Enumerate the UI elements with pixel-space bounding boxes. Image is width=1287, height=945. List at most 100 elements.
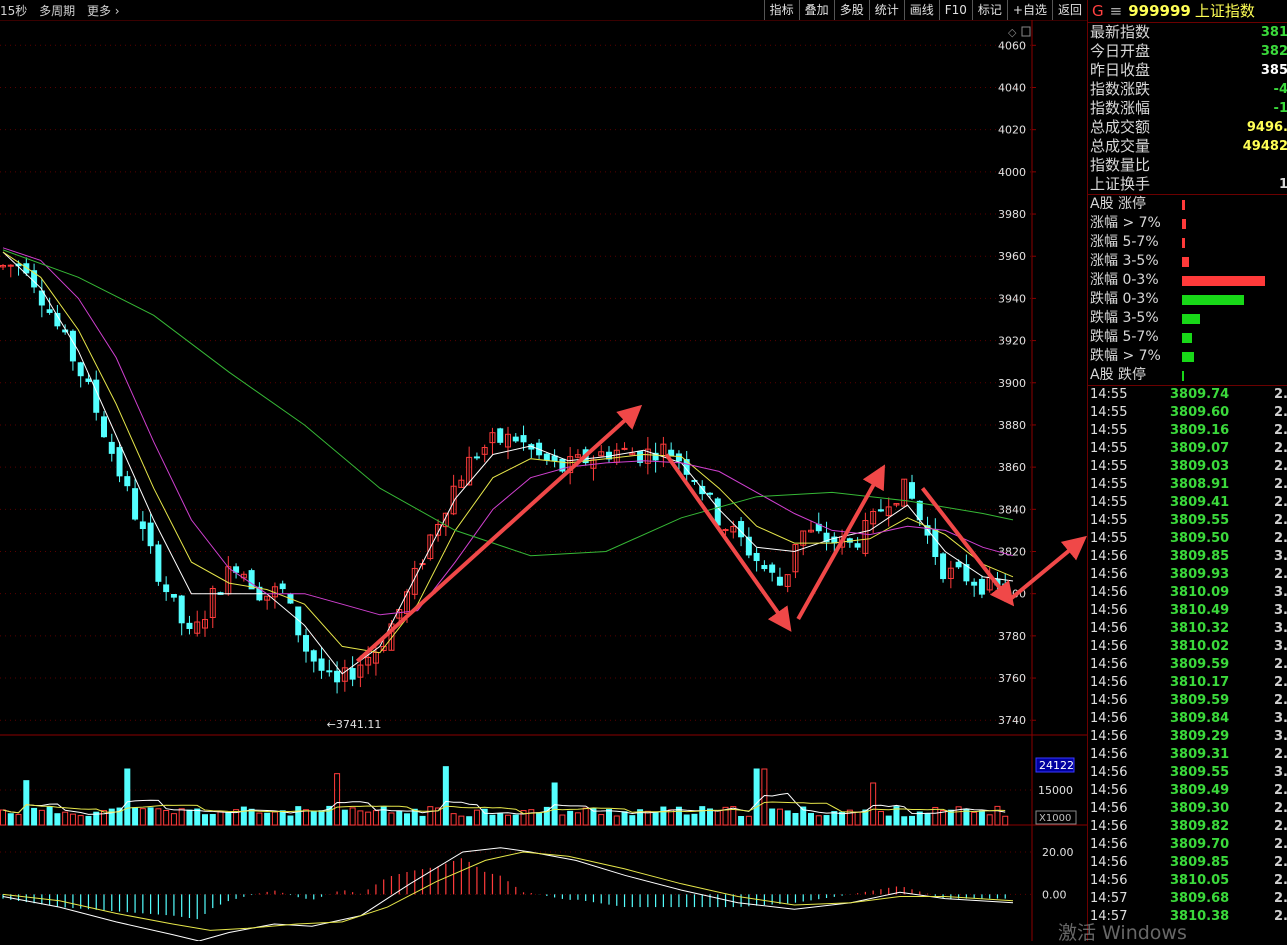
tick-volume: 2. bbox=[1274, 909, 1287, 924]
distribution-row: 涨幅 0-3% bbox=[1088, 271, 1287, 290]
volume-bar bbox=[574, 812, 581, 826]
volume-bar bbox=[909, 815, 915, 826]
volume-bar bbox=[815, 815, 822, 826]
candle-down bbox=[85, 378, 92, 382]
tick-price: 3809.55 bbox=[1170, 765, 1230, 780]
tick-list[interactable]: 14:55 3809.74 2. 14:55 3809.60 2. 14:55 3809.16… bbox=[1088, 386, 1287, 926]
volume-bar bbox=[978, 810, 985, 826]
stat-row: 总成交额 9496. bbox=[1088, 118, 1287, 137]
security-name: 上证指数 bbox=[1194, 2, 1255, 20]
volume-tick-label: 15000 bbox=[1038, 784, 1073, 797]
toolbar-button-4[interactable]: 画线 bbox=[903, 0, 939, 20]
volume-bar bbox=[279, 810, 286, 826]
kline-chart[interactable]: ◇4060 4040 4020 4000 3980 3960 3940 3920 3900 388… bbox=[0, 20, 1087, 941]
toolbar-button-5[interactable]: F10 bbox=[938, 0, 972, 20]
volume-bar bbox=[419, 815, 426, 826]
volume-bar bbox=[124, 768, 131, 826]
stat-row: 最新指数 381 bbox=[1088, 23, 1287, 42]
volume-bar bbox=[186, 809, 193, 826]
stat-value: 1 bbox=[1279, 175, 1287, 194]
stat-row: 指数涨跌 -4 bbox=[1088, 80, 1287, 99]
toolbar-button-2[interactable]: 多股 bbox=[833, 0, 869, 20]
menu-icon[interactable]: ≡ bbox=[1110, 2, 1123, 20]
period-selector: 15秒 多周期 更多 › bbox=[0, 2, 128, 19]
stat-value: 49482 bbox=[1242, 139, 1287, 154]
distribution-bar bbox=[1182, 333, 1192, 343]
toolbar-button-6[interactable]: 标记 bbox=[971, 0, 1007, 20]
volume-bar bbox=[147, 807, 154, 826]
volume-bar bbox=[0, 809, 6, 826]
tick-row: 14:56 3809.59 2. bbox=[1088, 656, 1287, 674]
candle-down bbox=[854, 543, 861, 548]
trend-arrow bbox=[664, 453, 792, 632]
price-tick-label: 3840 bbox=[998, 503, 1026, 516]
candle-down bbox=[147, 522, 154, 547]
candle-down bbox=[279, 583, 286, 590]
distribution-label: 跌幅 0-3% bbox=[1090, 291, 1159, 307]
volume-bar bbox=[404, 813, 410, 826]
tick-row: 14:55 3809.41 2. bbox=[1088, 494, 1287, 512]
stat-value: 382 bbox=[1260, 44, 1287, 59]
candle-down bbox=[675, 453, 682, 462]
toolbar-button-7[interactable]: +自选 bbox=[1006, 0, 1052, 20]
volume-bar bbox=[256, 812, 263, 826]
tick-price: 3810.49 bbox=[1170, 603, 1230, 618]
tick-row: 14:55 3809.07 2. bbox=[1088, 440, 1287, 458]
tick-row: 14:56 3810.49 3. bbox=[1088, 602, 1287, 620]
tick-volume: 2. bbox=[1274, 459, 1287, 474]
volume-bar bbox=[194, 808, 201, 826]
tick-time: 14:56 bbox=[1090, 873, 1128, 888]
distribution-bar bbox=[1182, 257, 1189, 267]
tick-time: 14:55 bbox=[1090, 495, 1128, 510]
tick-price: 3809.59 bbox=[1170, 657, 1230, 672]
tick-volume: 3. bbox=[1274, 585, 1287, 600]
tick-price: 3809.82 bbox=[1170, 819, 1230, 834]
volume-bar bbox=[823, 815, 830, 826]
toolbar-button-8[interactable]: 返回 bbox=[1051, 0, 1087, 20]
distribution-label: 跌幅 3-5% bbox=[1090, 310, 1159, 326]
period-15s[interactable]: 15秒 bbox=[0, 4, 27, 18]
tick-row: 14:56 3809.70 2. bbox=[1088, 836, 1287, 854]
distribution-label: 涨幅 5-7% bbox=[1090, 234, 1159, 250]
volume-bar bbox=[155, 808, 162, 826]
price-tick-label: 4060 bbox=[998, 39, 1026, 52]
price-tick-label: 3740 bbox=[998, 714, 1026, 727]
distribution-row: 跌幅 3-5% bbox=[1088, 309, 1287, 328]
distribution-label: A股 跌停 bbox=[1090, 367, 1147, 383]
tick-volume: 2. bbox=[1274, 693, 1287, 708]
toolbar-button-3[interactable]: 统计 bbox=[868, 0, 904, 20]
candle-down bbox=[334, 670, 341, 683]
candle-down bbox=[170, 594, 177, 598]
candle-down bbox=[77, 362, 84, 377]
tick-time: 14:56 bbox=[1090, 855, 1128, 870]
g-badge[interactable]: G bbox=[1092, 2, 1104, 20]
stat-label: 指数涨跌 bbox=[1090, 80, 1151, 98]
tick-price: 3809.74 bbox=[1170, 387, 1230, 402]
more-button[interactable]: 更多 › bbox=[87, 4, 120, 18]
tick-volume: 3. bbox=[1274, 639, 1287, 654]
volume-bar bbox=[225, 812, 232, 826]
stat-row: 今日开盘 382 bbox=[1088, 42, 1287, 61]
tick-volume: 3. bbox=[1274, 549, 1287, 564]
tick-time: 14:55 bbox=[1090, 387, 1128, 402]
distribution-label: 跌幅 5-7% bbox=[1090, 329, 1159, 345]
price-tick-label: 3860 bbox=[998, 461, 1026, 474]
volume-bar bbox=[660, 806, 667, 826]
tick-price: 3810.17 bbox=[1170, 675, 1230, 690]
candle-down bbox=[186, 622, 193, 629]
volume-bar bbox=[901, 816, 908, 826]
multi-period-button[interactable]: 多周期 bbox=[39, 4, 75, 18]
tick-row: 14:56 3810.02 3. bbox=[1088, 638, 1287, 656]
tick-time: 14:56 bbox=[1090, 639, 1128, 654]
toolbar-button-0[interactable]: 指标 bbox=[763, 0, 799, 20]
volume-bar bbox=[132, 807, 139, 826]
tick-time: 14:56 bbox=[1090, 567, 1128, 582]
tick-row: 14:55 3808.91 2. bbox=[1088, 476, 1287, 494]
volume-bar bbox=[287, 815, 294, 826]
quote-panel: G ≡ 999999 上证指数 最新指数 381 今日开盘 382 昨日收盘 385 指数涨跌 -4… bbox=[1087, 0, 1287, 941]
volume-bar bbox=[23, 780, 30, 826]
candle-down bbox=[69, 330, 76, 362]
price-tick-label: 3780 bbox=[998, 630, 1026, 643]
tick-row: 14:56 3809.55 3. bbox=[1088, 764, 1287, 782]
toolbar-button-1[interactable]: 叠加 bbox=[798, 0, 834, 20]
